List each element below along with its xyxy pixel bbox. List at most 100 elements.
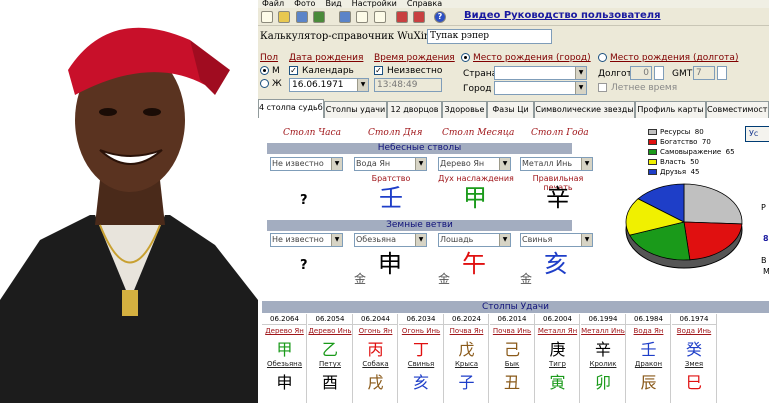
copy-icon[interactable] — [356, 11, 368, 23]
menu-help[interactable]: Справка — [407, 0, 442, 8]
tab-12-palaces[interactable]: 12 дворцов — [387, 101, 442, 118]
menu-settings[interactable]: Настройки — [352, 0, 397, 8]
chevron-down-icon[interactable]: ▼ — [499, 158, 510, 170]
luck-stem-glyph: 戊 — [458, 340, 475, 359]
luck-stem-label: Металл Ян — [537, 327, 578, 335]
longitude-spinner[interactable] — [654, 66, 664, 80]
video-manual-link[interactable]: Видео Руководство пользователя — [464, 10, 661, 21]
chevron-down-icon[interactable]: ▼ — [415, 234, 426, 246]
longitude-input[interactable]: 0 — [630, 66, 652, 80]
city-select[interactable]: ▼ — [494, 81, 587, 95]
stem-select-hour[interactable]: Не известно ▼ — [270, 157, 343, 171]
settings-button[interactable]: Ус — [745, 126, 769, 142]
pillar-title-hour: Столп Часа — [283, 128, 341, 138]
time-unknown-label: Неизвестно — [387, 66, 443, 76]
chevron-down-icon[interactable]: ▼ — [415, 158, 426, 170]
luck-branch-label: Собака — [362, 360, 389, 368]
legend-value: 45 — [690, 168, 700, 176]
luck-pillar-column: 06.2064 Дерево Ян 甲 Обезьяна 申 — [262, 314, 307, 403]
branch-select-day-value: Обезьяна — [356, 235, 397, 244]
luck-year: 06.1974 — [671, 314, 717, 325]
luck-stem-label: Дерево Ян — [265, 327, 304, 335]
name-input[interactable]: Тупак рэпер — [427, 29, 552, 44]
luck-branch-glyph: 卯 — [594, 373, 611, 392]
new-file-icon[interactable] — [261, 11, 273, 23]
chevron-down-icon[interactable]: ▼ — [575, 82, 586, 94]
luck-branch-glyph: 巳 — [685, 373, 702, 392]
save-icon[interactable] — [296, 11, 308, 23]
chevron-down-icon[interactable]: ▼ — [581, 234, 592, 246]
tab-compatibility[interactable]: Совместимость — [706, 101, 769, 118]
luck-stem-glyph: 丙 — [367, 340, 384, 359]
branch-hidden-year: 金 — [520, 272, 533, 286]
open-folder-icon[interactable] — [278, 11, 290, 23]
branch-select-hour-value: Не известно — [272, 235, 324, 244]
chevron-down-icon[interactable]: ▼ — [331, 234, 342, 246]
chevron-down-icon[interactable]: ▼ — [499, 234, 510, 246]
luck-stem-glyph: 癸 — [685, 340, 702, 359]
menu-view[interactable]: Вид — [325, 0, 341, 8]
sex-f-radio[interactable] — [260, 79, 269, 88]
luck-branch-label: Крыса — [454, 360, 479, 368]
legend-swatch-power — [648, 159, 657, 165]
chevron-down-icon[interactable]: ▼ — [581, 158, 592, 170]
print-icon[interactable] — [374, 11, 386, 23]
birth-date-picker[interactable]: 16.06.1971 ▼ — [289, 78, 369, 92]
gmt-input[interactable]: 7 — [693, 66, 715, 80]
tab-bar: 4 столпа судьбы Столпы удачи 12 дворцов … — [258, 99, 769, 118]
time-unknown-checkbox[interactable]: ✓ — [374, 66, 383, 75]
branch-select-day[interactable]: Обезьяна ▼ — [354, 233, 427, 247]
luck-branch-glyph: 子 — [458, 373, 475, 392]
tab-chart-profile[interactable]: Профиль карты — [635, 101, 706, 118]
branch-hidden-day: 金 — [354, 272, 367, 286]
side-text-2: 8 — [763, 234, 769, 243]
menu-photo[interactable]: Фото — [294, 0, 315, 8]
legend-swatch-friends — [648, 169, 657, 175]
legend-value: 50 — [690, 158, 699, 166]
tab-luck-pillars[interactable]: Столпы удачи — [324, 101, 387, 118]
chevron-down-icon[interactable]: ▼ — [575, 67, 586, 79]
luck-stem-label: Металл Инь — [581, 327, 625, 335]
luck-branch-glyph: 戌 — [367, 373, 384, 392]
pdf-export-icon[interactable] — [413, 11, 425, 23]
branch-glyph-hour: ? — [300, 258, 308, 273]
tab-symbolic-stars[interactable]: Символические звезды — [534, 101, 635, 118]
luck-branch-label: Дракон — [634, 360, 663, 368]
luck-year: 06.2014 — [489, 314, 535, 325]
pdf-icon[interactable] — [396, 11, 408, 23]
chevron-down-icon[interactable]: ▼ — [331, 158, 342, 170]
calendar-checkbox[interactable]: ✓ — [289, 66, 298, 75]
summer-time-label: Летнее время — [611, 83, 678, 93]
branch-select-hour[interactable]: Не известно ▼ — [270, 233, 343, 247]
four-pillars-panel: Столп Часа Столп Дня Столп Месяца Столп … — [258, 118, 769, 403]
menu-file[interactable]: Файл — [262, 0, 284, 8]
birth-time-input[interactable]: 13:48:49 — [374, 78, 442, 92]
country-select[interactable]: ▼ — [494, 66, 587, 80]
stem-label-month: Дух наслаждения — [438, 174, 514, 183]
branch-select-month[interactable]: Лошадь ▼ — [438, 233, 511, 247]
chevron-down-icon[interactable]: ▼ — [357, 79, 368, 91]
tab-health[interactable]: Здоровье — [442, 101, 487, 118]
tab-qi-phases[interactable]: Фазы Ци — [487, 101, 534, 118]
photo-icon[interactable] — [313, 11, 325, 23]
stem-select-month[interactable]: Дерево Ян ▼ — [438, 157, 511, 171]
gmt-spinner[interactable] — [717, 66, 727, 80]
luck-branch-label: Змея — [684, 360, 704, 368]
stem-select-day[interactable]: Вода Ян ▼ — [354, 157, 427, 171]
legend-swatch-expression — [648, 149, 657, 155]
branch-glyph-day: 申 — [378, 250, 402, 278]
stem-select-year[interactable]: Металл Инь ▼ — [520, 157, 593, 171]
book-icon[interactable] — [339, 11, 351, 23]
summer-time-checkbox[interactable] — [598, 83, 607, 92]
pillar-title-month: Столп Месяца — [442, 128, 515, 138]
luck-branch-glyph: 酉 — [321, 373, 338, 392]
branch-select-year[interactable]: Свинья ▼ — [520, 233, 593, 247]
birthplace-lon-radio[interactable] — [598, 53, 607, 62]
birthplace-city-radio[interactable] — [461, 53, 470, 62]
legend-label: Ресурсы — [660, 128, 691, 136]
help-icon[interactable]: ? — [434, 11, 446, 23]
earthly-branches-header: Земные ветви — [267, 220, 572, 231]
sex-m-radio[interactable] — [260, 66, 269, 75]
luck-pillar-column: 06.2004 Металл Ян 庚 Тигр 寅 — [535, 314, 580, 403]
tab-four-pillars[interactable]: 4 столпа судьбы — [258, 99, 324, 118]
